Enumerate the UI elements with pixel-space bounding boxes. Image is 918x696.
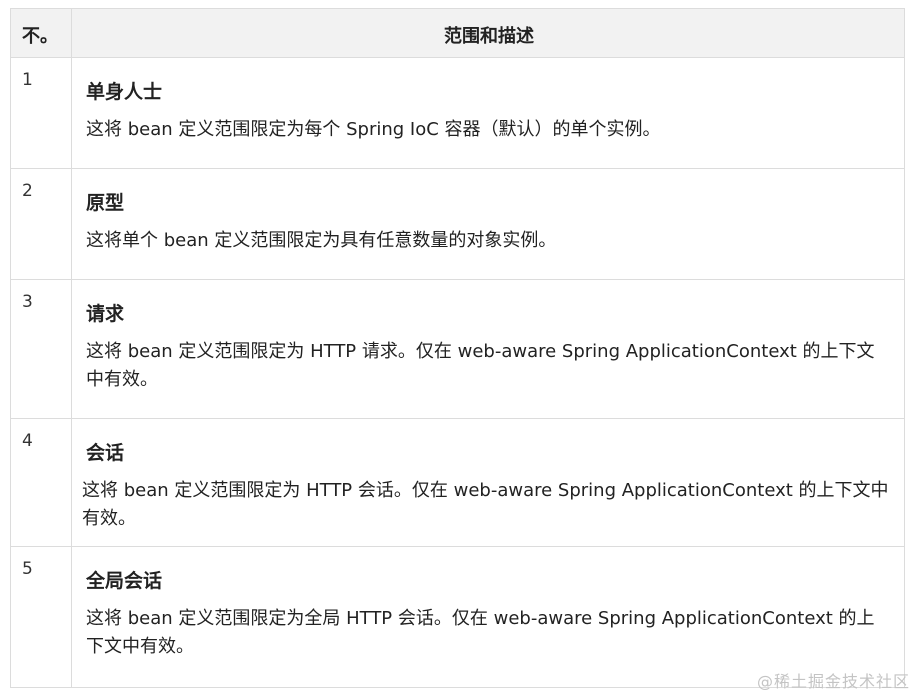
table-row: 3 请求 这将 bean 定义范围限定为 HTTP 请求。仅在 web-awar…	[11, 280, 904, 419]
table-row: 1 单身人士 这将 bean 定义范围限定为每个 Spring IoC 容器（默…	[11, 58, 904, 169]
row-number-text: 4	[22, 431, 33, 451]
scope-title: 单身人士	[86, 81, 163, 103]
table-row: 2 原型 这将单个 bean 定义范围限定为具有任意数量的对象实例。	[11, 169, 904, 280]
scope-description: 这将 bean 定义范围限定为全局 HTTP 会话。仅在 web-aware S…	[86, 608, 875, 657]
table-row: 5 全局会话 这将 bean 定义范围限定为全局 HTTP 会话。仅在 web-…	[11, 547, 904, 687]
scope-description: 这将 bean 定义范围限定为 HTTP 会话。仅在 web-aware Spr…	[82, 480, 889, 529]
row-number-text: 3	[22, 292, 33, 312]
row-number: 5	[11, 547, 72, 687]
scope-title: 会话	[86, 442, 125, 464]
row-number: 2	[11, 169, 72, 279]
row-content: 原型 这将单个 bean 定义范围限定为具有任意数量的对象实例。	[72, 169, 904, 279]
scope-title: 请求	[86, 303, 125, 325]
row-number-text: 1	[22, 70, 33, 90]
table-header-row: 不。 范围和描述	[11, 9, 904, 58]
row-number: 1	[11, 58, 72, 168]
scope-description: 这将单个 bean 定义范围限定为具有任意数量的对象实例。	[86, 230, 557, 251]
row-number-text: 2	[22, 181, 33, 201]
row-number-text: 5	[22, 559, 33, 579]
row-number: 3	[11, 280, 72, 418]
header-num: 不。	[11, 9, 72, 57]
table-row: 4 会话 这将 bean 定义范围限定为 HTTP 会话。仅在 web-awar…	[11, 419, 904, 547]
row-content: 请求 这将 bean 定义范围限定为 HTTP 请求。仅在 web-aware …	[72, 280, 904, 418]
scope-description: 这将 bean 定义范围限定为每个 Spring IoC 容器（默认）的单个实例…	[86, 119, 661, 140]
row-content: 单身人士 这将 bean 定义范围限定为每个 Spring IoC 容器（默认）…	[72, 58, 904, 168]
header-desc: 范围和描述	[444, 26, 534, 47]
scope-title: 原型	[86, 192, 125, 214]
watermark: @稀土掘金技术社区	[756, 672, 910, 691]
row-content: 会话 这将 bean 定义范围限定为 HTTP 会话。仅在 web-aware …	[72, 419, 904, 546]
bean-scope-table: 不。 范围和描述 1 单身人士 这将 bean 定义范围限定为每个 Spring…	[10, 8, 905, 688]
scope-description: 这将 bean 定义范围限定为 HTTP 请求。仅在 web-aware Spr…	[86, 341, 875, 390]
row-number: 4	[11, 419, 72, 546]
row-content: 全局会话 这将 bean 定义范围限定为全局 HTTP 会话。仅在 web-aw…	[72, 547, 904, 687]
scope-title: 全局会话	[86, 570, 163, 592]
